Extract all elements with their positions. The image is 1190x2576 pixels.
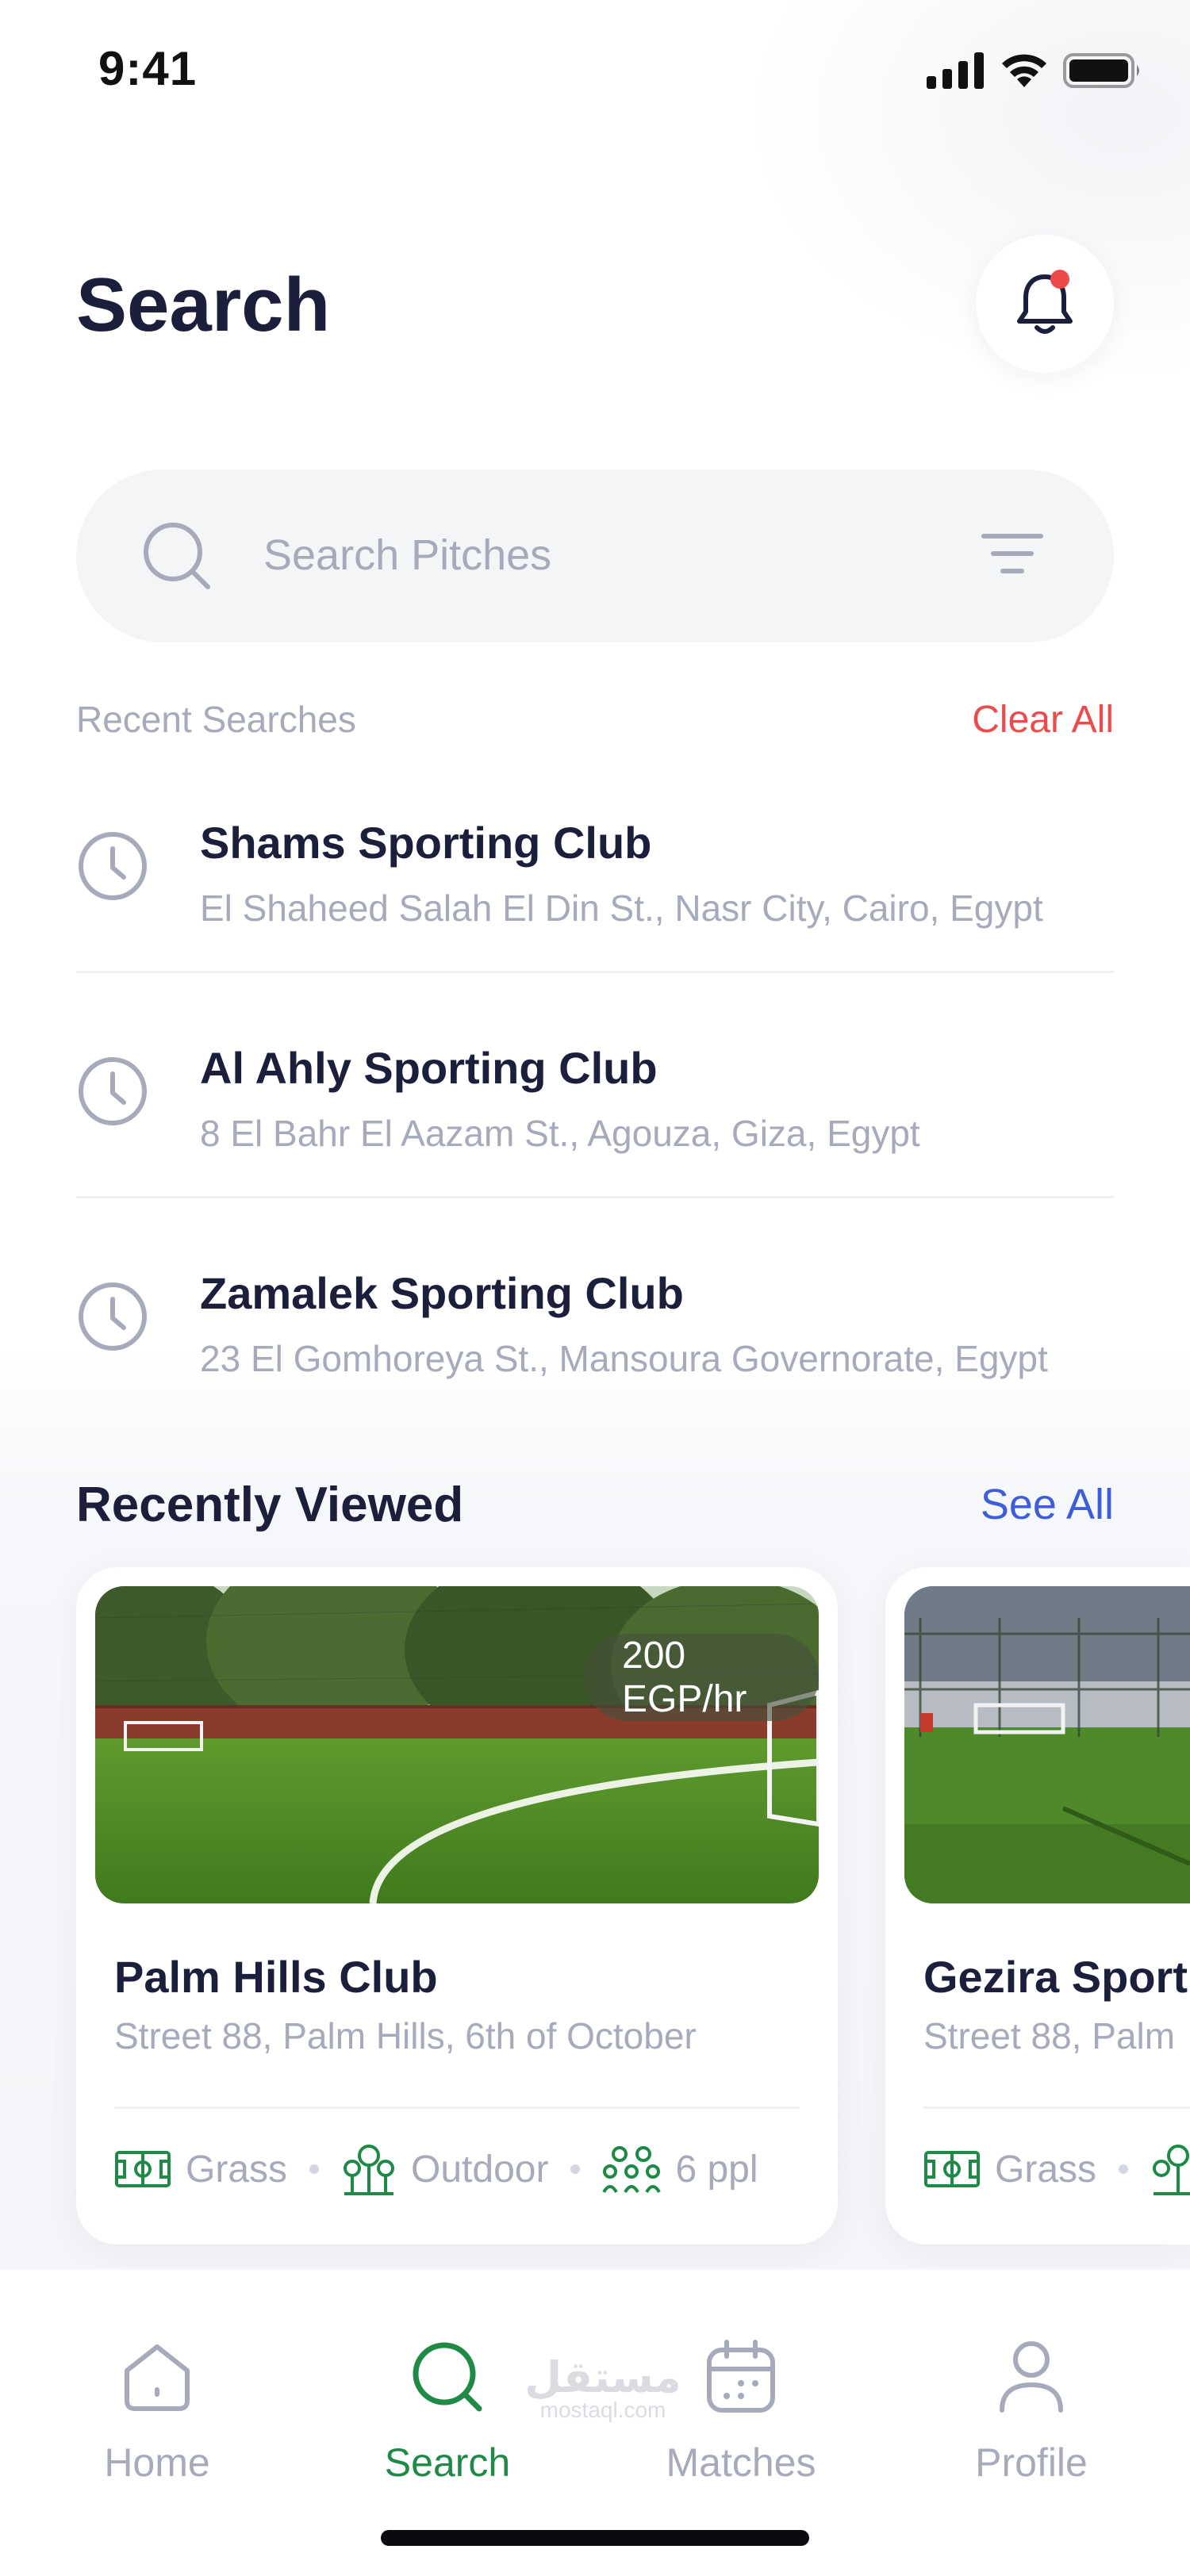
amenity-setting — [1150, 2141, 1190, 2197]
pitch-card[interactable]: 200 EGP/hr Palm Hills Club Street 88, Pa… — [76, 1567, 838, 2244]
tab-profile[interactable]: Profile — [928, 2333, 1134, 2508]
pitch-card[interactable]: Gezira Sport Street 88, Palm Grass — [885, 1567, 1190, 2244]
separator-dot — [1119, 2164, 1129, 2174]
pitch-field-icon — [924, 2151, 980, 2187]
price-badge: 200 EGP/hr — [584, 1634, 819, 1721]
tab-home[interactable]: Home — [54, 2333, 260, 2508]
see-all-button[interactable]: See All — [981, 1480, 1114, 1529]
pitch-photo-illustration — [904, 1586, 1190, 1903]
calendar-icon — [707, 2340, 775, 2413]
recent-searches-label: Recent Searches — [76, 699, 356, 740]
pitch-address: Street 88, Palm Hills, 6th of October — [114, 2015, 697, 2057]
recent-search-name: Shams Sporting Club — [200, 818, 652, 868]
recent-search-name: Zamalek Sporting Club — [200, 1268, 684, 1318]
page-title: Search — [76, 263, 331, 347]
wifi-icon — [1002, 54, 1046, 87]
recent-search-item[interactable]: Shams Sporting Club El Shaheed Salah El … — [76, 761, 1114, 987]
watermark: مستقل mostaql.com — [524, 2352, 682, 2423]
outdoor-trees-icon — [344, 2145, 395, 2195]
outdoor-trees-icon — [1153, 2145, 1190, 2195]
status-icons — [927, 52, 1142, 89]
search-input[interactable] — [263, 516, 977, 595]
recent-search-name: Al Ahly Sporting Club — [200, 1043, 658, 1093]
amenity-surface-label: Grass — [995, 2148, 1097, 2191]
clock-icon — [79, 1282, 147, 1351]
tab-search[interactable]: Search — [344, 2333, 551, 2508]
pitch-image — [904, 1586, 1190, 1903]
status-time: 9:41 — [98, 42, 198, 95]
user-icon — [1000, 2341, 1063, 2413]
clock-icon — [79, 832, 147, 900]
search-icon — [413, 2342, 482, 2412]
recent-search-address: 23 El Gomhoreya St., Mansoura Governorat… — [200, 1338, 1048, 1379]
recent-search-address: 8 El Bahr El Aazam St., Agouza, Giza, Eg… — [200, 1113, 920, 1154]
pitch-name: Palm Hills Club — [114, 1952, 438, 2002]
tab-search-label: Search — [384, 2440, 511, 2485]
card-divider — [923, 2106, 1190, 2109]
separator-dot — [309, 2164, 320, 2174]
notifications-button[interactable] — [976, 235, 1114, 373]
pitch-address: Street 88, Palm — [923, 2015, 1176, 2057]
cellular-signal-icon — [927, 52, 984, 89]
amenities-row: Grass — [923, 2141, 1190, 2197]
amenity-setting: Outdoor — [341, 2141, 548, 2197]
clock-icon — [79, 1057, 147, 1125]
amenity-capacity-label: 6 ppl — [675, 2148, 758, 2191]
filter-icon[interactable] — [981, 531, 1044, 576]
amenity-surface: Grass — [114, 2148, 287, 2191]
home-icon — [125, 2344, 190, 2411]
pitch-field-icon — [115, 2151, 171, 2187]
amenity-surface: Grass — [923, 2148, 1096, 2191]
pitch-image: 200 EGP/hr — [95, 1586, 819, 1903]
tab-matches-label: Matches — [666, 2440, 816, 2485]
watermark-arabic: مستقل — [524, 2352, 681, 2402]
recently-viewed-title: Recently Viewed — [76, 1478, 464, 1532]
amenity-surface-label: Grass — [186, 2148, 288, 2191]
recent-search-item[interactable]: Zamalek Sporting Club 23 El Gomhoreya St… — [76, 1212, 1114, 1437]
card-divider — [114, 2106, 800, 2109]
search-icon — [144, 523, 210, 589]
pitch-name: Gezira Sport — [923, 1952, 1188, 2002]
recent-search-item[interactable]: Al Ahly Sporting Club 8 El Bahr El Aazam… — [76, 987, 1114, 1212]
watermark-latin: mostaql.com — [539, 2398, 666, 2422]
battery-icon — [1063, 53, 1139, 88]
amenity-setting-label: Outdoor — [411, 2148, 549, 2191]
clear-all-button[interactable]: Clear All — [972, 698, 1114, 742]
divider — [76, 971, 1114, 973]
notification-badge — [1050, 270, 1069, 289]
home-indicator — [381, 2530, 809, 2546]
status-bar: 9:41 — [0, 0, 1190, 143]
amenity-capacity: 6 ppl — [602, 2145, 758, 2194]
tab-profile-label: Profile — [975, 2440, 1088, 2485]
divider — [76, 1196, 1114, 1198]
amenities-row: Grass Outdoor 6 ppl — [114, 2141, 758, 2197]
separator-dot — [570, 2164, 581, 2174]
tab-home-label: Home — [104, 2440, 210, 2485]
search-bar[interactable] — [76, 470, 1114, 642]
people-group-icon — [602, 2146, 662, 2194]
recent-search-address: El Shaheed Salah El Din St., Nasr City, … — [200, 887, 1043, 929]
